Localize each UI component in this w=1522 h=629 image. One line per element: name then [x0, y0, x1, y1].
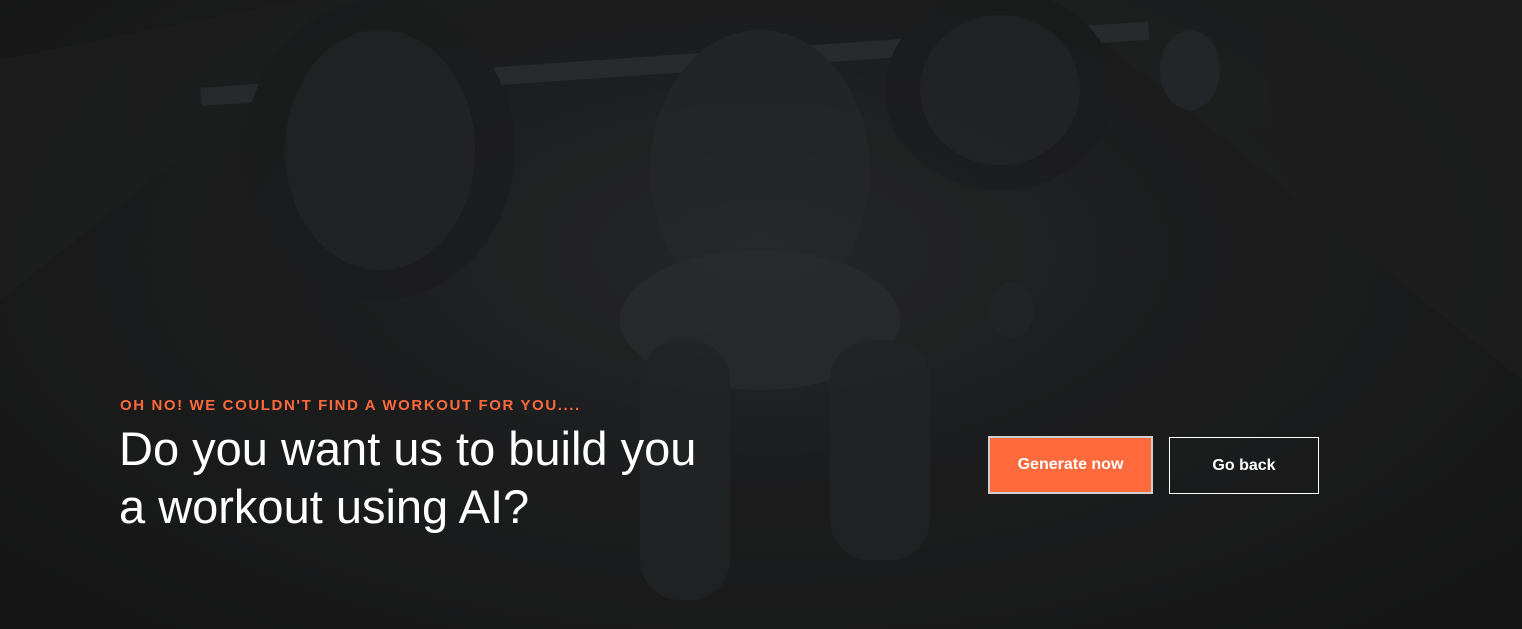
not-found-notice: OH NO! WE COULDN'T FIND A WORKOUT FOR YO… — [120, 397, 581, 414]
headline-line-1: Do you want us to build you — [119, 422, 697, 475]
headline-line-2: a workout using AI? — [119, 480, 530, 533]
page-title: Do you want us to build you a workout us… — [119, 420, 696, 536]
go-back-button[interactable]: Go back — [1169, 437, 1319, 494]
generate-now-button[interactable]: Generate now — [988, 436, 1153, 494]
